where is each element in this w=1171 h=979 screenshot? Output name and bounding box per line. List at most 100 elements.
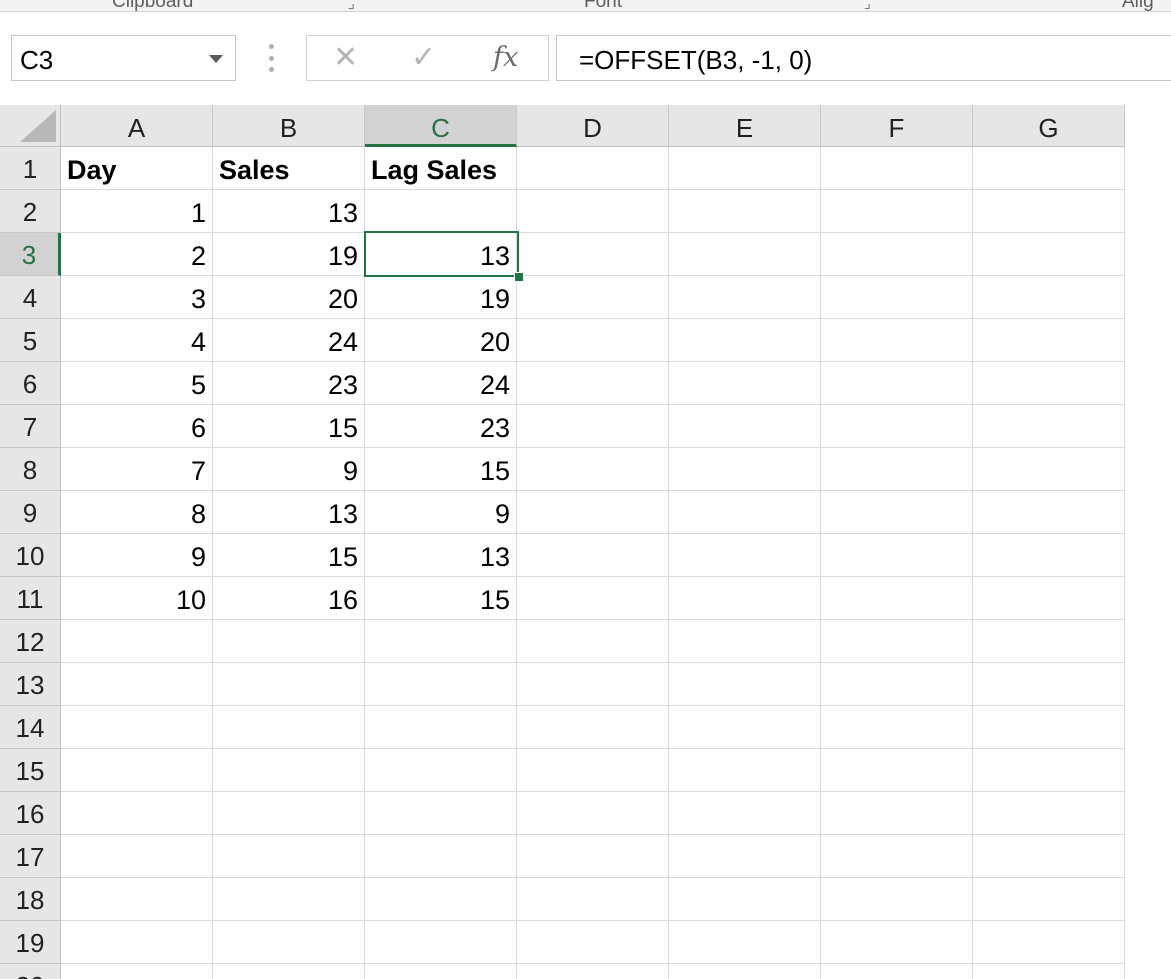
cell-c14[interactable] [365,706,517,749]
row-header-19[interactable]: 19 [0,921,61,964]
cell-a11[interactable]: 10 [61,577,213,620]
cell-g15[interactable] [973,749,1125,792]
cell-g7[interactable] [973,405,1125,448]
cell-f1[interactable] [821,147,973,190]
cell-c6[interactable]: 24 [365,362,517,405]
row-header-11[interactable]: 11 [0,577,61,620]
cell-e3[interactable] [669,233,821,276]
cell-c5[interactable]: 20 [365,319,517,362]
column-header-f[interactable]: F [821,105,973,147]
row-header-18[interactable]: 18 [0,878,61,921]
enter-icon[interactable]: ✓ [411,42,436,74]
cell-a2[interactable]: 1 [61,190,213,233]
cell-d1[interactable] [517,147,669,190]
row-header-7[interactable]: 7 [0,405,61,448]
row-header-12[interactable]: 12 [0,620,61,663]
cell-d8[interactable] [517,448,669,491]
cell-a10[interactable]: 9 [61,534,213,577]
cell-f5[interactable] [821,319,973,362]
cell-e18[interactable] [669,878,821,921]
cell-c4[interactable]: 19 [365,276,517,319]
cell-b16[interactable] [213,792,365,835]
cell-g16[interactable] [973,792,1125,835]
cell-f3[interactable] [821,233,973,276]
cell-e6[interactable] [669,362,821,405]
cell-d4[interactable] [517,276,669,319]
cell-b8[interactable]: 9 [213,448,365,491]
cell-f11[interactable] [821,577,973,620]
cell-d13[interactable] [517,663,669,706]
cell-g13[interactable] [973,663,1125,706]
cell-g1[interactable] [973,147,1125,190]
cell-g10[interactable] [973,534,1125,577]
column-header-g[interactable]: G [973,105,1125,147]
row-header-8[interactable]: 8 [0,448,61,491]
dialog-launcher-icon[interactable]: ⌟ [864,0,871,11]
cell-g4[interactable] [973,276,1125,319]
cell-b3[interactable]: 19 [213,233,365,276]
cell-e11[interactable] [669,577,821,620]
cell-d15[interactable] [517,749,669,792]
row-header-3[interactable]: 3 [0,233,61,276]
row-header-17[interactable]: 17 [0,835,61,878]
cell-a12[interactable] [61,620,213,663]
cell-d5[interactable] [517,319,669,362]
cell-d3[interactable] [517,233,669,276]
cell-g2[interactable] [973,190,1125,233]
cell-d12[interactable] [517,620,669,663]
cell-e15[interactable] [669,749,821,792]
row-header-5[interactable]: 5 [0,319,61,362]
cell-b18[interactable] [213,878,365,921]
cell-a4[interactable]: 3 [61,276,213,319]
cell-c13[interactable] [365,663,517,706]
select-all-button[interactable] [0,105,61,147]
cell-f18[interactable] [821,878,973,921]
cell-g14[interactable] [973,706,1125,749]
cell-d10[interactable] [517,534,669,577]
cell-g12[interactable] [973,620,1125,663]
cell-c15[interactable] [365,749,517,792]
cell-e9[interactable] [669,491,821,534]
cell-c20[interactable] [365,964,517,979]
column-header-c[interactable]: C [365,105,517,147]
cell-e1[interactable] [669,147,821,190]
cell-d16[interactable] [517,792,669,835]
cell-d20[interactable] [517,964,669,979]
formula-input[interactable]: =OFFSET(B3, -1, 0) [556,35,1171,81]
cell-b1[interactable]: Sales [213,147,365,190]
row-header-10[interactable]: 10 [0,534,61,577]
cell-a9[interactable]: 8 [61,491,213,534]
cell-d9[interactable] [517,491,669,534]
cell-b7[interactable]: 15 [213,405,365,448]
cell-b9[interactable]: 13 [213,491,365,534]
cell-a5[interactable]: 4 [61,319,213,362]
cell-c16[interactable] [365,792,517,835]
cell-f19[interactable] [821,921,973,964]
cell-b17[interactable] [213,835,365,878]
cell-c7[interactable]: 23 [365,405,517,448]
row-header-14[interactable]: 14 [0,706,61,749]
row-header-2[interactable]: 2 [0,190,61,233]
cell-e12[interactable] [669,620,821,663]
cell-d19[interactable] [517,921,669,964]
column-header-d[interactable]: D [517,105,669,147]
dialog-launcher-icon[interactable]: ⌟ [348,0,355,11]
cell-c8[interactable]: 15 [365,448,517,491]
cell-c3[interactable]: 13 [365,233,517,276]
cell-f9[interactable] [821,491,973,534]
cell-b11[interactable]: 16 [213,577,365,620]
cell-a8[interactable]: 7 [61,448,213,491]
row-header-6[interactable]: 6 [0,362,61,405]
cell-b13[interactable] [213,663,365,706]
cell-f10[interactable] [821,534,973,577]
cell-b4[interactable]: 20 [213,276,365,319]
cell-c2[interactable] [365,190,517,233]
cell-f16[interactable] [821,792,973,835]
cell-e8[interactable] [669,448,821,491]
cell-g5[interactable] [973,319,1125,362]
cell-a7[interactable]: 6 [61,405,213,448]
cell-e14[interactable] [669,706,821,749]
row-header-1[interactable]: 1 [0,147,61,190]
cell-f13[interactable] [821,663,973,706]
cell-g3[interactable] [973,233,1125,276]
